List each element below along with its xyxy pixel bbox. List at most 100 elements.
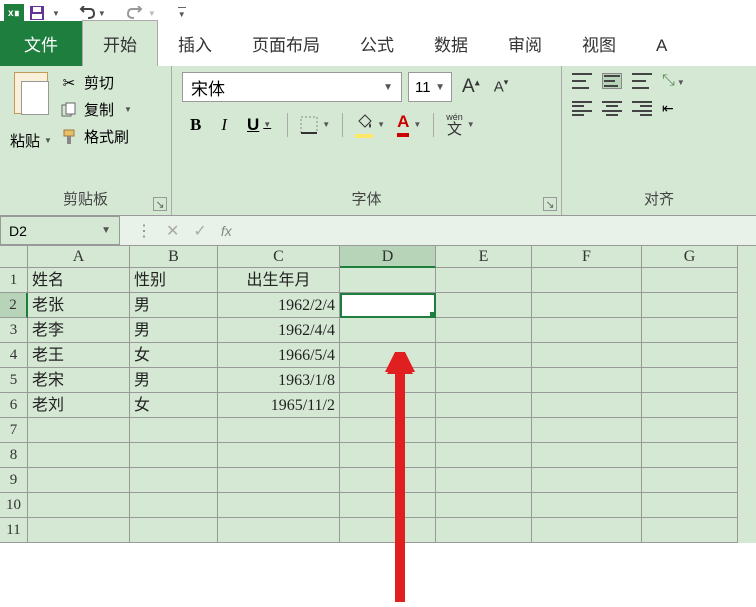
- cell[interactable]: 老王: [28, 343, 130, 368]
- copy-button[interactable]: 复制▼: [60, 99, 132, 120]
- cell[interactable]: [340, 418, 436, 443]
- cell[interactable]: [436, 318, 532, 343]
- cell[interactable]: [340, 518, 436, 543]
- orientation-button[interactable]: ⤡▼: [662, 72, 685, 90]
- cell[interactable]: 男: [130, 318, 218, 343]
- cell[interactable]: [340, 493, 436, 518]
- font-shrink-button[interactable]: A▾: [490, 77, 513, 96]
- cell[interactable]: [218, 418, 340, 443]
- column-header-F[interactable]: F: [532, 246, 642, 268]
- column-header-D[interactable]: D: [340, 246, 436, 268]
- cell[interactable]: [642, 318, 738, 343]
- cell[interactable]: 男: [130, 293, 218, 318]
- cell[interactable]: 男: [130, 368, 218, 393]
- cell[interactable]: [436, 293, 532, 318]
- row-header[interactable]: 6: [0, 393, 28, 418]
- cell[interactable]: 女: [130, 343, 218, 368]
- cell[interactable]: [642, 493, 738, 518]
- cell[interactable]: [340, 443, 436, 468]
- cell[interactable]: [532, 443, 642, 468]
- column-header-G[interactable]: G: [642, 246, 738, 268]
- redo-button[interactable]: ▼: [126, 6, 156, 20]
- cell[interactable]: [218, 518, 340, 543]
- cell[interactable]: 1963/1/8: [218, 368, 340, 393]
- cell[interactable]: [28, 468, 130, 493]
- row-header[interactable]: 11: [0, 518, 28, 543]
- cell[interactable]: 老张: [28, 293, 130, 318]
- cell[interactable]: [642, 418, 738, 443]
- row-header[interactable]: 7: [0, 418, 28, 443]
- align-bottom-button[interactable]: [632, 73, 652, 89]
- formula-input[interactable]: [248, 216, 756, 245]
- tab-file[interactable]: 文件: [0, 21, 82, 66]
- cell[interactable]: [532, 343, 642, 368]
- row-header[interactable]: 10: [0, 493, 28, 518]
- cell[interactable]: [130, 493, 218, 518]
- cell[interactable]: [28, 518, 130, 543]
- cell[interactable]: [532, 418, 642, 443]
- format-painter-button[interactable]: 格式刷: [60, 126, 132, 147]
- cell[interactable]: [532, 393, 642, 418]
- tab-review[interactable]: 审阅: [488, 21, 562, 66]
- borders-button[interactable]: ▼: [296, 114, 334, 136]
- cell[interactable]: 1962/2/4: [218, 293, 340, 318]
- tab-more[interactable]: A: [636, 26, 687, 66]
- paste-button[interactable]: 粘贴▼: [10, 72, 52, 151]
- formula-cancel-button[interactable]: ✕: [166, 221, 179, 241]
- row-header[interactable]: 9: [0, 468, 28, 493]
- cell[interactable]: [28, 443, 130, 468]
- cell[interactable]: [532, 268, 642, 293]
- formula-confirm-button[interactable]: ✓: [193, 221, 206, 241]
- cell[interactable]: [436, 518, 532, 543]
- cell[interactable]: [532, 293, 642, 318]
- cell[interactable]: [130, 468, 218, 493]
- cell[interactable]: [340, 293, 436, 318]
- row-header[interactable]: 3: [0, 318, 28, 343]
- column-header-B[interactable]: B: [130, 246, 218, 268]
- cell[interactable]: [642, 293, 738, 318]
- fx-button[interactable]: fx: [221, 223, 232, 239]
- cell[interactable]: [130, 518, 218, 543]
- cell[interactable]: [436, 368, 532, 393]
- tab-page-layout[interactable]: 页面布局: [232, 21, 340, 66]
- indent-decrease-button[interactable]: ⇤: [662, 100, 674, 117]
- align-middle-button[interactable]: [602, 73, 622, 89]
- align-center-button[interactable]: [602, 101, 622, 117]
- tab-insert[interactable]: 插入: [158, 21, 232, 66]
- row-header[interactable]: 1: [0, 268, 28, 293]
- cell[interactable]: [340, 393, 436, 418]
- select-all-corner[interactable]: [0, 246, 28, 268]
- cell[interactable]: 性别: [130, 268, 218, 293]
- cell[interactable]: [532, 468, 642, 493]
- cell[interactable]: 1962/4/4: [218, 318, 340, 343]
- cell[interactable]: 1966/5/4: [218, 343, 340, 368]
- cell[interactable]: [642, 343, 738, 368]
- save-button[interactable]: [28, 4, 46, 22]
- name-box[interactable]: D2▼: [0, 216, 120, 245]
- cell[interactable]: [218, 468, 340, 493]
- cell[interactable]: [218, 443, 340, 468]
- row-header[interactable]: 5: [0, 368, 28, 393]
- column-header-A[interactable]: A: [28, 246, 130, 268]
- cell[interactable]: [28, 493, 130, 518]
- align-top-button[interactable]: [572, 73, 592, 89]
- cell[interactable]: [642, 518, 738, 543]
- cell[interactable]: [218, 493, 340, 518]
- cell[interactable]: [642, 393, 738, 418]
- align-right-button[interactable]: [632, 101, 652, 117]
- cell[interactable]: 老刘: [28, 393, 130, 418]
- cell[interactable]: 老宋: [28, 368, 130, 393]
- qat-dropdown-icon[interactable]: ▼: [52, 9, 60, 18]
- cell[interactable]: [130, 418, 218, 443]
- row-header[interactable]: 8: [0, 443, 28, 468]
- cell[interactable]: [532, 368, 642, 393]
- cell[interactable]: [436, 493, 532, 518]
- cell[interactable]: 姓名: [28, 268, 130, 293]
- row-header[interactable]: 2: [0, 293, 28, 318]
- cell[interactable]: [130, 443, 218, 468]
- cell[interactable]: [532, 318, 642, 343]
- cell[interactable]: 老李: [28, 318, 130, 343]
- cell[interactable]: [340, 468, 436, 493]
- qat-customize-icon[interactable]: ▼: [178, 7, 186, 19]
- clipboard-launcher[interactable]: ↘: [153, 197, 167, 211]
